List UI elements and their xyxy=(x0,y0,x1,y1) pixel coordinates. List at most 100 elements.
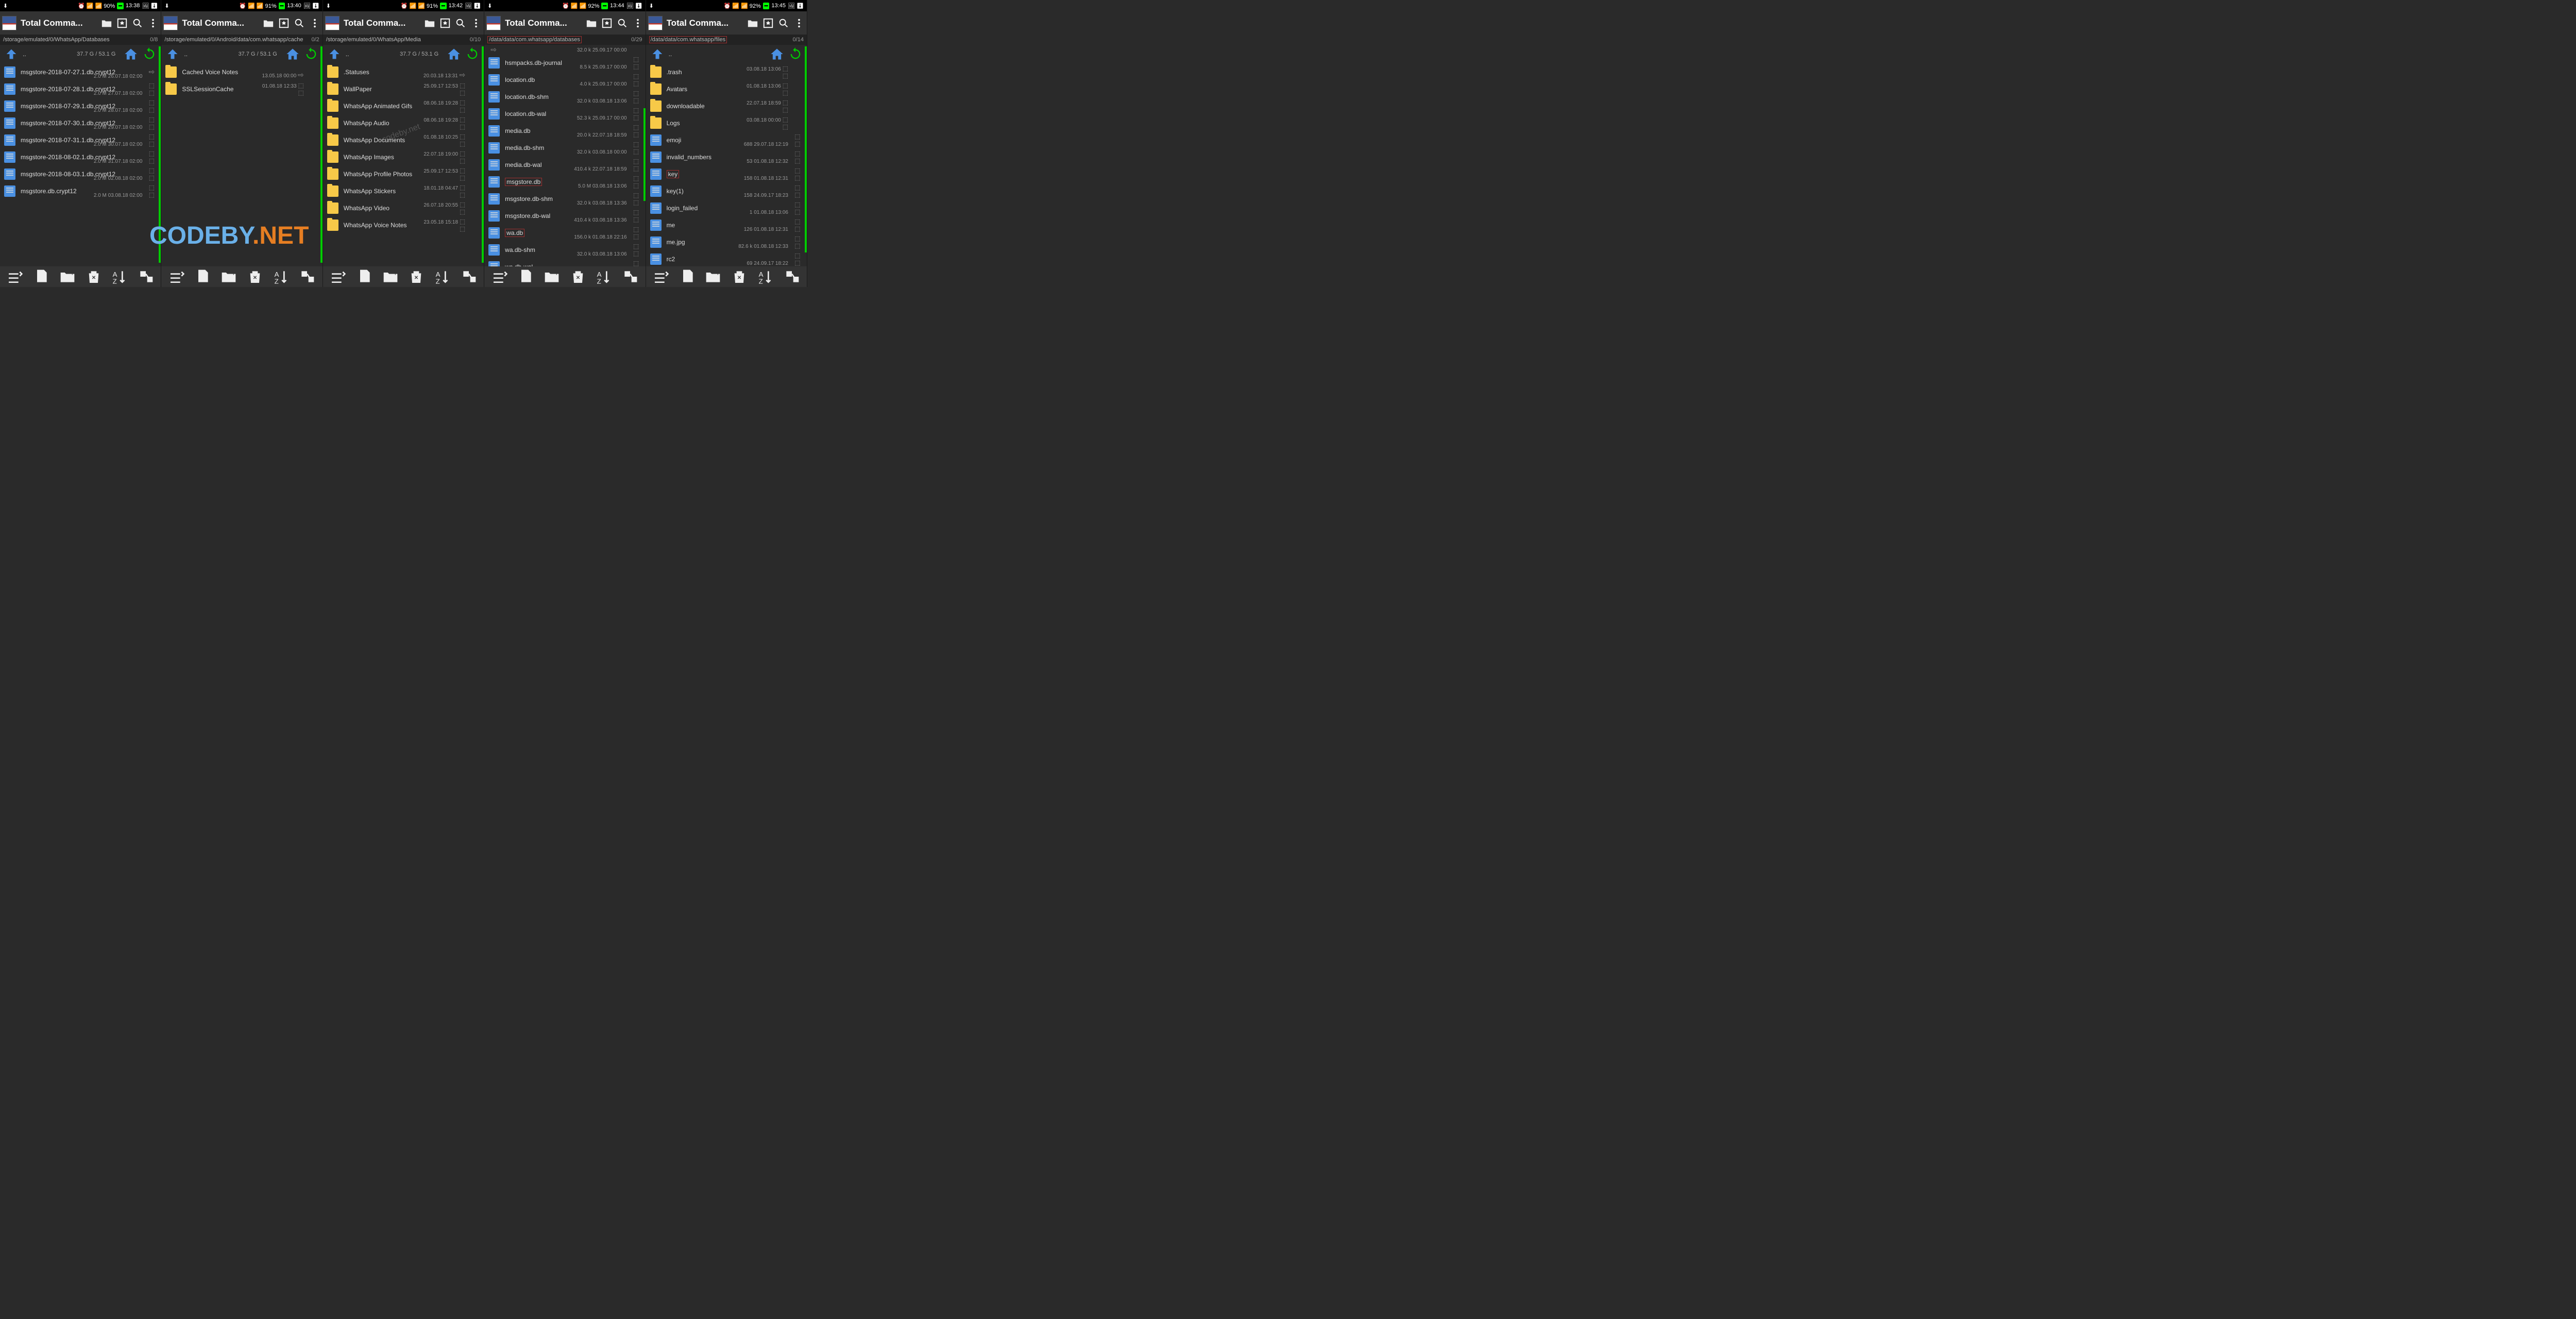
path-bar[interactable]: /data/data/com.whatsapp/databases 0/29 xyxy=(484,35,645,45)
stack-icon[interactable]: ⬚⬚ xyxy=(631,226,641,240)
delete-icon[interactable] xyxy=(570,268,586,285)
share-icon[interactable] xyxy=(784,268,800,285)
stack-icon[interactable]: ⬚⬚ xyxy=(460,133,465,147)
stack-icon[interactable]: ⬚⬚ xyxy=(460,201,465,215)
stack-icon[interactable]: ⬚⬚ xyxy=(792,218,803,232)
path-bar[interactable]: /storage/emulated/0/WhatsApp/Media 0/10 xyxy=(323,35,484,45)
folder-open-icon[interactable] xyxy=(101,18,112,29)
file-row[interactable]: invalid_numbers 53 01.08.18 12:32 ⬚⬚ xyxy=(646,148,807,165)
menu-icon[interactable] xyxy=(793,18,805,29)
file-row-partial[interactable]: 32.0 k 25.09.17 00:00 ⇨ xyxy=(484,45,645,54)
path-bar[interactable]: /storage/emulated/0/Android/data/com.wha… xyxy=(161,35,322,45)
stack-icon[interactable]: ⬚⬚ xyxy=(146,167,157,181)
copy-icon[interactable] xyxy=(33,268,49,285)
stack-icon[interactable]: ⬚⬚ xyxy=(792,235,803,249)
reload-icon[interactable] xyxy=(465,47,480,61)
stack-icon[interactable]: ⬚⬚ xyxy=(783,116,788,130)
home-icon[interactable] xyxy=(770,47,784,61)
newfolder-icon[interactable]: + xyxy=(59,268,76,285)
copy-icon[interactable] xyxy=(356,268,372,285)
stack-icon[interactable]: ⬚⬚ xyxy=(631,260,641,267)
stack-icon[interactable]: ⬚⬚ xyxy=(460,99,465,113)
stack-icon[interactable]: ⬚⬚ xyxy=(792,133,803,147)
home-icon[interactable] xyxy=(124,47,138,61)
stack-icon[interactable]: ⬚⬚ xyxy=(792,150,803,164)
folder-open-icon[interactable] xyxy=(263,18,274,29)
bookmark-icon[interactable] xyxy=(439,18,451,29)
stack-icon[interactable]: ⬚⬚ xyxy=(631,73,641,87)
reload-icon[interactable] xyxy=(142,47,157,61)
up-icon[interactable] xyxy=(4,47,19,61)
delete-icon[interactable] xyxy=(247,268,263,285)
file-row[interactable]: location.db-shm 32.0 k 03.08.18 13:06 ⬚⬚ xyxy=(484,88,645,105)
file-row[interactable]: msgstore-2018-07-31.1.db.crypt12 2.0 M 3… xyxy=(0,131,161,148)
app-logo-icon[interactable] xyxy=(648,16,663,30)
stack-icon[interactable]: ⬚⬚ xyxy=(792,252,803,266)
sort-icon[interactable]: AZ xyxy=(434,268,451,285)
share-icon[interactable] xyxy=(299,268,315,285)
search-icon[interactable] xyxy=(294,18,305,29)
file-row[interactable]: msgstore-2018-07-29.1.db.crypt12 2.0 M 2… xyxy=(0,97,161,114)
file-row[interactable]: hsmpacks.db-journal 8.5 k 25.09.17 00:00… xyxy=(484,54,645,71)
newfolder-icon[interactable]: + xyxy=(705,268,721,285)
parent-dots[interactable]: .. xyxy=(346,50,349,58)
file-row[interactable]: emoji 688 29.07.18 12:19 ⬚⬚ xyxy=(646,131,807,148)
stack-icon[interactable]: ⬚⬚ xyxy=(783,82,788,96)
home-icon[interactable] xyxy=(285,47,300,61)
home-icon[interactable] xyxy=(447,47,461,61)
file-row[interactable]: location.db-wal 52.3 k 25.09.17 00:00 ⬚⬚ xyxy=(484,105,645,122)
menu-icon[interactable] xyxy=(632,18,643,29)
file-row[interactable]: media.db-shm 32.0 k 03.08.18 00:00 ⬚⬚ xyxy=(484,139,645,156)
file-row[interactable]: key 158 01.08.18 12:31 ⬚⬚ xyxy=(646,165,807,182)
scrollbar[interactable] xyxy=(805,46,807,252)
file-row[interactable]: .trash 03.08.18 13:06 ⬚⬚ xyxy=(646,63,807,80)
file-row[interactable]: me 126 01.08.18 12:31 ⬚⬚ xyxy=(646,216,807,233)
stack-icon[interactable]: ⬚⬚ xyxy=(146,184,157,198)
menu-icon[interactable] xyxy=(147,18,159,29)
newfolder-icon[interactable]: + xyxy=(221,268,237,285)
share-icon[interactable] xyxy=(138,268,154,285)
app-logo-icon[interactable] xyxy=(486,16,501,30)
stack-icon[interactable]: ⬚⬚ xyxy=(146,82,157,96)
arrow-icon[interactable]: ⇨ xyxy=(488,45,499,54)
up-icon[interactable] xyxy=(165,47,180,61)
copy-icon[interactable] xyxy=(517,268,534,285)
file-row[interactable]: msgstore-2018-07-28.1.db.crypt12 2.0 M 2… xyxy=(0,80,161,97)
search-icon[interactable] xyxy=(778,18,789,29)
file-row[interactable]: me.jpg 82.6 k 01.08.18 12:33 ⬚⬚ xyxy=(646,233,807,250)
select-icon[interactable] xyxy=(168,268,185,285)
stack-icon[interactable]: ⬚⬚ xyxy=(460,82,465,96)
file-row[interactable]: msgstore.db.crypt12 2.0 M 03.08.18 02:00… xyxy=(0,182,161,199)
stack-icon[interactable]: ⬚⬚ xyxy=(631,175,641,189)
stack-icon[interactable]: ⬚⬚ xyxy=(146,150,157,164)
file-row[interactable]: media.db 20.0 k 22.07.18 18:59 ⬚⬚ xyxy=(484,122,645,139)
file-row[interactable]: WhatsApp Voice Notes 23.05.18 15:18 ⬚⬚ xyxy=(323,216,484,233)
app-logo-icon[interactable] xyxy=(325,16,340,30)
file-row[interactable]: WhatsApp Animated Gifs 08.06.18 19:28 ⬚⬚ xyxy=(323,97,484,114)
file-row[interactable]: .Statuses 20.03.18 13:31 ⇨ xyxy=(323,63,484,80)
menu-icon[interactable] xyxy=(470,18,482,29)
file-row[interactable]: wa.db-shm 32.0 k 03.08.18 13:06 ⬚⬚ xyxy=(484,241,645,258)
bookmark-icon[interactable] xyxy=(116,18,128,29)
stack-icon[interactable]: ⬚⬚ xyxy=(631,158,641,172)
file-row[interactable]: msgstore-2018-08-03.1.db.crypt12 2.0 M 0… xyxy=(0,165,161,182)
up-icon[interactable] xyxy=(327,47,342,61)
path-bar[interactable]: /storage/emulated/0/WhatsApp/Databases 0… xyxy=(0,35,161,45)
arrow-icon[interactable]: ⇨ xyxy=(146,67,157,76)
select-icon[interactable] xyxy=(7,268,23,285)
file-row[interactable]: msgstore-2018-07-27.1.db.crypt12 2.0 M 2… xyxy=(0,63,161,80)
file-row[interactable]: msgstore-2018-08-02.1.db.crypt12 2.0 M 3… xyxy=(0,148,161,165)
file-row[interactable]: login_failed 1 01.08.18 13:06 ⬚⬚ xyxy=(646,199,807,216)
bookmark-icon[interactable] xyxy=(278,18,290,29)
stack-icon[interactable]: ⬚⬚ xyxy=(631,141,641,155)
stack-icon[interactable]: ⬚⬚ xyxy=(792,167,803,181)
file-row[interactable]: msgstore.db 5.0 M 03.08.18 13:06 ⬚⬚ xyxy=(484,173,645,190)
folder-open-icon[interactable] xyxy=(424,18,435,29)
folder-open-icon[interactable] xyxy=(747,18,758,29)
stack-icon[interactable]: ⬚⬚ xyxy=(783,99,788,113)
file-row[interactable]: WhatsApp Audio 08.06.18 19:28 ⬚⬚ xyxy=(323,114,484,131)
stack-icon[interactable]: ⬚⬚ xyxy=(631,192,641,206)
stack-icon[interactable]: ⬚⬚ xyxy=(298,82,303,96)
file-row[interactable]: msgstore-2018-07-30.1.db.crypt12 2.0 M 2… xyxy=(0,114,161,131)
scrollbar[interactable] xyxy=(643,108,646,201)
